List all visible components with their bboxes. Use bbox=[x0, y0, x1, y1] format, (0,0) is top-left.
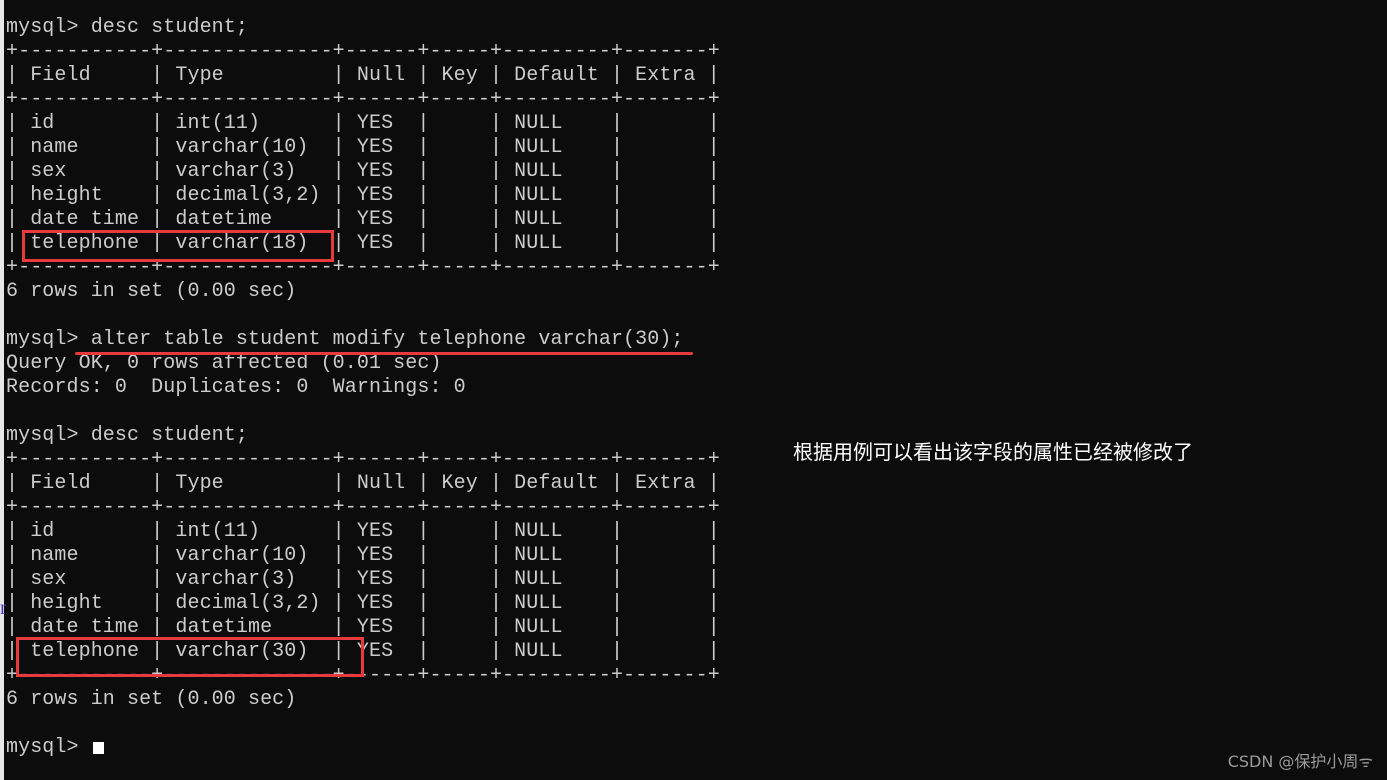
table-border-line: +-----------+--------------+------+-----… bbox=[6, 88, 720, 111]
table-row: | sex | varchar(3) | YES | | NULL | | bbox=[6, 160, 720, 183]
table-border-line: +-----------+--------------+------+-----… bbox=[6, 448, 720, 471]
table-header-row: | Field | Type | Null | Key | Default | … bbox=[6, 64, 720, 87]
highlight-underline-alter-command bbox=[75, 352, 693, 355]
table-header-row: | Field | Type | Null | Key | Default | … bbox=[6, 472, 720, 495]
terminal-line: Query OK, 0 rows affected (0.01 sec) bbox=[6, 352, 442, 375]
table-border-line: +-----------+--------------+------+-----… bbox=[6, 40, 720, 63]
table-row: | id | int(11) | YES | | NULL | | bbox=[6, 112, 720, 135]
table-row: | name | varchar(10) | YES | | NULL | | bbox=[6, 544, 720, 567]
text-cursor bbox=[92, 742, 104, 754]
prompt-line: mysql> alter table student modify teleph… bbox=[6, 328, 684, 351]
watermark: CSDN @保护小周ᯤ bbox=[1227, 752, 1373, 771]
prompt-line: mysql> desc student; bbox=[6, 16, 248, 39]
table-border-line: +-----------+--------------+------+-----… bbox=[6, 496, 720, 519]
result-summary: 6 rows in set (0.00 sec) bbox=[6, 280, 297, 303]
highlight-box-before bbox=[22, 230, 334, 262]
prompt-line: mysql> bbox=[6, 736, 720, 760]
table-row: | date time | datetime | YES | | NULL | … bbox=[6, 208, 720, 231]
annotation-text: 根据用例可以看出该字段的属性已经被修改了 bbox=[793, 440, 1193, 464]
table-row: | height | decimal(3,2) | YES | | NULL |… bbox=[6, 592, 720, 615]
result-summary: 6 rows in set (0.00 sec) bbox=[6, 688, 297, 711]
table-row: | id | int(11) | YES | | NULL | | bbox=[6, 520, 720, 543]
prompt-line: mysql> desc student; bbox=[6, 424, 248, 447]
left-window-edge bbox=[0, 0, 4, 780]
table-row: | name | varchar(10) | YES | | NULL | | bbox=[6, 136, 720, 159]
highlight-box-after bbox=[16, 637, 364, 677]
table-row: | sex | varchar(3) | YES | | NULL | | bbox=[6, 568, 720, 591]
table-row: | height | decimal(3,2) | YES | | NULL |… bbox=[6, 184, 720, 207]
terminal-line: Records: 0 Duplicates: 0 Warnings: 0 bbox=[6, 376, 466, 399]
